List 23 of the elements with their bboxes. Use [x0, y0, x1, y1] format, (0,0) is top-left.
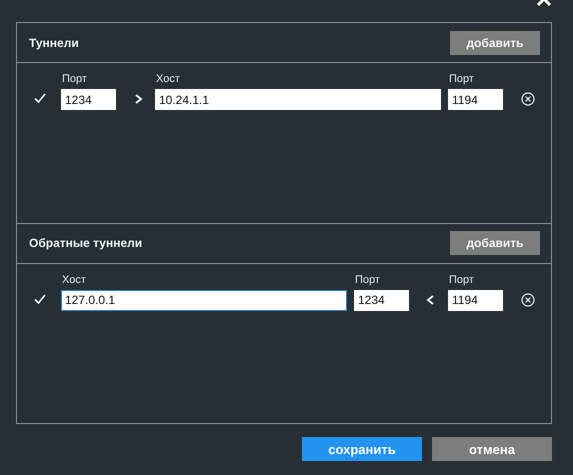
- field-label: Порт: [61, 73, 88, 87]
- host-field[interactable]: 10.24.1.1: [155, 89, 441, 110]
- field-label: Хост: [61, 274, 87, 288]
- field-label: Порт: [448, 73, 475, 87]
- field-label: Хост: [155, 73, 181, 87]
- section-title: Туннели: [29, 36, 79, 50]
- port-field[interactable]: 1194: [448, 89, 503, 110]
- remove-icon[interactable]: [521, 92, 535, 106]
- host-field[interactable]: 127.0.0.1: [61, 290, 347, 310]
- port-field[interactable]: 1234: [354, 290, 409, 310]
- field-label: Порт: [448, 274, 475, 288]
- port-field[interactable]: 1234: [61, 89, 116, 110]
- chevron-icon: [426, 294, 436, 304]
- add-button[interactable]: добавить: [450, 30, 540, 54]
- checkbox[interactable]: [33, 292, 47, 306]
- section-title: Обратные туннели: [29, 236, 142, 250]
- port-field[interactable]: 1194: [448, 290, 503, 310]
- field-label: Порт: [354, 274, 381, 288]
- remove-icon[interactable]: [521, 292, 535, 306]
- add-button[interactable]: добавить: [450, 231, 540, 255]
- checkbox[interactable]: [33, 91, 47, 105]
- cancel-button[interactable]: отмена: [432, 437, 552, 461]
- chevron-icon: [133, 94, 143, 104]
